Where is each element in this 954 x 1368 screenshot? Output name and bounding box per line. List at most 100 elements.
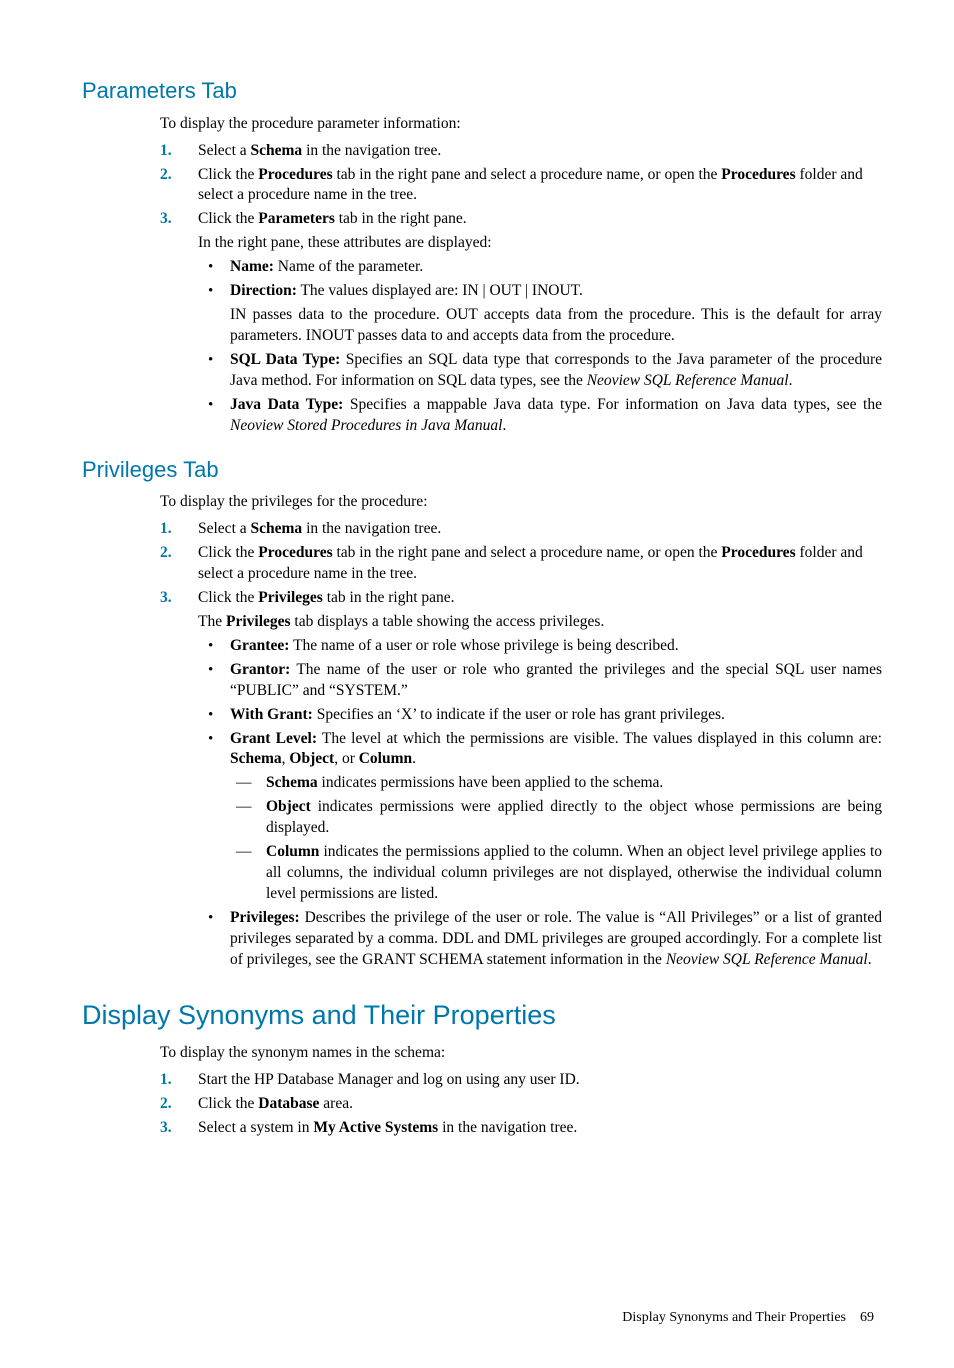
privileges-steps: 1. Select a Schema in the navigation tre… xyxy=(160,519,882,970)
heading-parameters-tab: Parameters Tab xyxy=(82,76,882,106)
syn-step-1: 1. Start the HP Database Manager and log… xyxy=(160,1070,882,1091)
col-text: The level at which the permissions are v… xyxy=(317,730,882,747)
term-database: Database xyxy=(258,1095,319,1112)
term-schema: Schema xyxy=(266,774,318,791)
term-my-active-systems: My Active Systems xyxy=(313,1119,438,1136)
col-label: Privileges: xyxy=(230,909,300,926)
term-procedures: Procedures xyxy=(721,166,795,183)
step-number: 3. xyxy=(160,588,172,609)
text: Click the xyxy=(198,210,258,227)
col-text: The name of a user or role whose privile… xyxy=(289,637,678,654)
heading-display-synonyms: Display Synonyms and Their Properties xyxy=(82,997,882,1033)
gl-schema: Schema indicates permissions have been a… xyxy=(230,773,882,794)
term-procedures: Procedures xyxy=(721,544,795,561)
col-label: Grant Level: xyxy=(230,730,317,747)
text: indicates permissions have been applied … xyxy=(318,774,664,791)
term-parameters: Parameters xyxy=(258,210,335,227)
parameter-attributes-list: Name: Name of the parameter. Direction: … xyxy=(198,257,882,436)
col-text: Specifies an ‘X’ to indicate if the user… xyxy=(313,706,725,723)
step-number: 1. xyxy=(160,141,172,162)
privileges-lead: To display the privileges for the proced… xyxy=(160,492,882,513)
term-procedures: Procedures xyxy=(258,544,332,561)
text: The xyxy=(198,613,226,630)
step-number: 2. xyxy=(160,1094,172,1115)
term-column: Column xyxy=(359,750,412,767)
section-synonyms-body: To display the synonym names in the sche… xyxy=(160,1043,882,1139)
step-text: Select a Schema in the navigation tree. xyxy=(198,141,882,162)
text: Click the xyxy=(198,166,258,183)
priv-step-2: 2. Click the Procedures tab in the right… xyxy=(160,543,882,585)
attr-label: Name: xyxy=(230,258,274,275)
term-column: Column xyxy=(266,843,319,860)
attr-label: Java Data Type: xyxy=(230,396,343,413)
text: Click the xyxy=(198,544,258,561)
term-schema: Schema xyxy=(230,750,282,767)
col-label: Grantee: xyxy=(230,637,289,654)
privileges-columns-list: Grantee: The name of a user or role whos… xyxy=(198,636,882,971)
page-footer: Display Synonyms and Their Properties69 xyxy=(82,1309,882,1328)
col-with-grant: With Grant: Specifies an ‘X’ to indicate… xyxy=(198,705,882,726)
grant-level-values: Schema indicates permissions have been a… xyxy=(230,773,882,905)
text: . xyxy=(502,417,506,434)
priv-step-1: 1. Select a Schema in the navigation tre… xyxy=(160,519,882,540)
manual-ref: Neoview SQL Reference Manual xyxy=(666,951,868,968)
attr-java-data-type: Java Data Type: Specifies a mappable Jav… xyxy=(198,395,882,437)
text: in the navigation tree. xyxy=(438,1119,577,1136)
parameters-steps: 1. Select a Schema in the navigation tre… xyxy=(160,141,882,437)
term-schema: Schema xyxy=(251,520,303,537)
parameters-lead: To display the procedure parameter infor… xyxy=(160,114,882,135)
step-text: Click the Privileges tab in the right pa… xyxy=(198,588,882,971)
text: Click the xyxy=(198,1095,258,1112)
attr-name: Name: Name of the parameter. xyxy=(198,257,882,278)
synonyms-steps: 1. Start the HP Database Manager and log… xyxy=(160,1070,882,1139)
term-schema: Schema xyxy=(251,142,303,159)
attr-label: SQL Data Type: xyxy=(230,351,340,368)
step-number: 3. xyxy=(160,209,172,230)
section-parameters-body: To display the procedure parameter infor… xyxy=(160,114,882,437)
manual-ref: Neoview SQL Reference Manual xyxy=(587,372,789,389)
step-number: 1. xyxy=(160,1070,172,1091)
col-grantee: Grantee: The name of a user or role whos… xyxy=(198,636,882,657)
term-privileges: Privileges xyxy=(258,589,323,606)
gl-object: Object indicates permissions were applie… xyxy=(230,797,882,839)
step-number: 2. xyxy=(160,543,172,564)
synonyms-lead: To display the synonym names in the sche… xyxy=(160,1043,882,1064)
step-text: Select a system in My Active Systems in … xyxy=(198,1118,882,1139)
step-number: 1. xyxy=(160,519,172,540)
heading-privileges-tab: Privileges Tab xyxy=(82,455,882,485)
text: indicates the permissions applied to the… xyxy=(266,843,882,902)
attributes-intro: In the right pane, these attributes are … xyxy=(198,233,882,254)
text: tab in the right pane and select a proce… xyxy=(333,544,722,561)
step-text: Click the Procedures tab in the right pa… xyxy=(198,543,882,585)
text: in the navigation tree. xyxy=(302,142,441,159)
param-step-1: 1. Select a Schema in the navigation tre… xyxy=(160,141,882,162)
term-object: Object xyxy=(289,750,334,767)
text: Select a xyxy=(198,142,251,159)
attr-text: The values displayed are: IN | OUT | INO… xyxy=(297,282,583,299)
step-number: 3. xyxy=(160,1118,172,1139)
text: tab in the right pane and select a proce… xyxy=(333,166,722,183)
col-label: Grantor: xyxy=(230,661,290,678)
term-procedures: Procedures xyxy=(258,166,332,183)
syn-step-2: 2. Click the Database area. xyxy=(160,1094,882,1115)
col-privileges: Privileges: Describes the privilege of t… xyxy=(198,908,882,971)
text: tab displays a table showing the access … xyxy=(291,613,605,630)
gl-column: Column indicates the permissions applied… xyxy=(230,842,882,905)
text: Select a system in xyxy=(198,1119,313,1136)
step-text: Click the Procedures tab in the right pa… xyxy=(198,165,882,207)
text: Select a xyxy=(198,520,251,537)
text: , or xyxy=(334,750,359,767)
page-number: 69 xyxy=(860,1310,874,1325)
manual-ref: Neoview Stored Procedures in Java Manual xyxy=(230,417,502,434)
term-object: Object xyxy=(266,798,311,815)
col-grantor: Grantor: The name of the user or role wh… xyxy=(198,660,882,702)
attr-sql-data-type: SQL Data Type: Specifies an SQL data typ… xyxy=(198,350,882,392)
text: . xyxy=(868,951,872,968)
attr-text: Specifies a mappable Java data type. For… xyxy=(343,396,882,413)
section-privileges-body: To display the privileges for the proced… xyxy=(160,492,882,970)
step-text: Start the HP Database Manager and log on… xyxy=(198,1070,882,1091)
syn-step-3: 3. Select a system in My Active Systems … xyxy=(160,1118,882,1139)
text: area. xyxy=(319,1095,353,1112)
term-privileges: Privileges xyxy=(226,613,291,630)
col-grant-level: Grant Level: The level at which the perm… xyxy=(198,729,882,905)
